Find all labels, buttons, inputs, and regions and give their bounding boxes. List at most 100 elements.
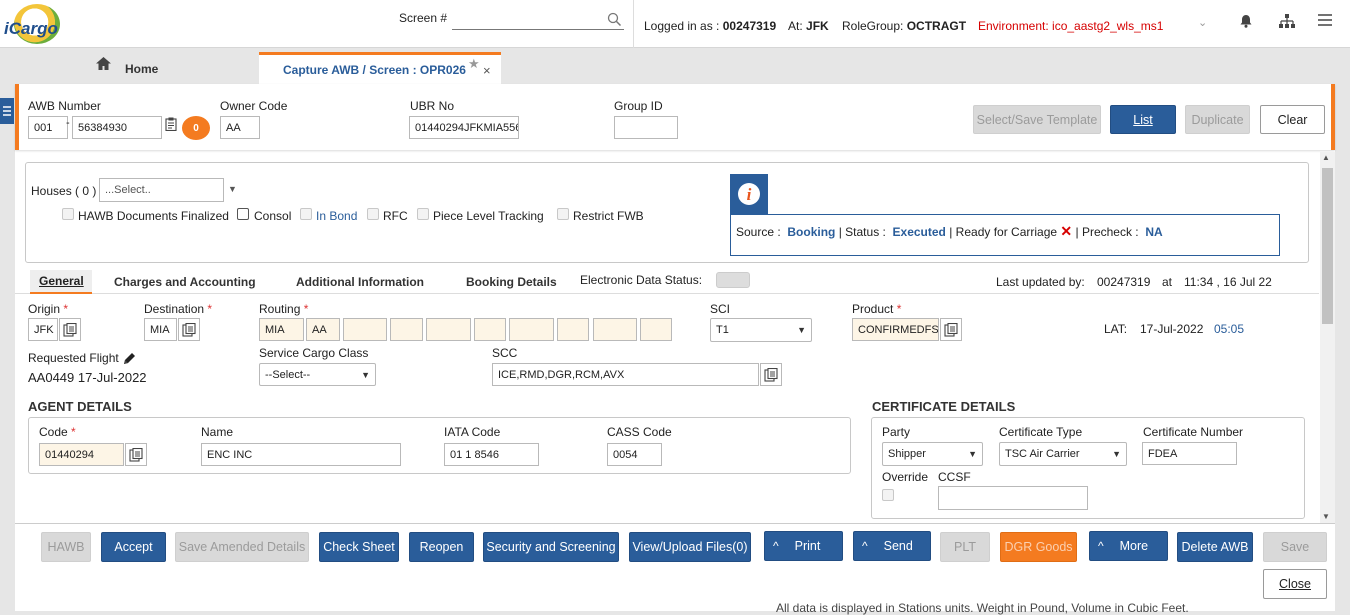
- sci-select[interactable]: T1 ▼: [710, 318, 812, 342]
- chevron-down-icon: ▼: [1112, 449, 1121, 459]
- consol-checkbox[interactable]: [237, 208, 249, 220]
- cass-code-input[interactable]: 0054: [607, 443, 662, 466]
- side-menu-toggle[interactable]: [0, 98, 14, 124]
- awb-prefix-input[interactable]: 001: [28, 116, 68, 139]
- product-input[interactable]: CONFIRMEDFS: [852, 318, 939, 341]
- hawb-button[interactable]: HAWB: [41, 532, 91, 562]
- select-save-template-button[interactable]: Select/Save Template: [973, 105, 1101, 134]
- party-select[interactable]: Shipper ▼: [882, 442, 983, 466]
- ccsf-input[interactable]: [938, 486, 1088, 510]
- scc-label: SCC: [492, 346, 518, 360]
- routing-airport-2[interactable]: [343, 318, 387, 341]
- star-icon[interactable]: ★: [468, 56, 480, 72]
- in-bond-checkbox[interactable]: [300, 208, 312, 220]
- in-bond-label[interactable]: In Bond: [316, 209, 357, 223]
- routing-carrier-3[interactable]: [474, 318, 506, 341]
- logged-in-label: Logged in as :: [644, 19, 720, 33]
- routing-airport-1[interactable]: MIA: [259, 318, 304, 341]
- agent-code-input[interactable]: 01440294: [39, 443, 124, 466]
- print-button[interactable]: ^ Print: [764, 531, 843, 561]
- ubr-input[interactable]: 01440294JFKMIA556: [409, 116, 519, 139]
- certificate-number-input[interactable]: FDEA: [1142, 442, 1237, 465]
- sitemap-icon[interactable]: [1278, 13, 1296, 29]
- duplicate-button[interactable]: Duplicate: [1185, 105, 1250, 134]
- hamburger-menu-icon[interactable]: [1318, 14, 1332, 26]
- product-lookup-button[interactable]: [940, 318, 962, 341]
- reopen-button[interactable]: Reopen: [409, 532, 474, 562]
- tab-home[interactable]: Home: [125, 62, 158, 76]
- scroll-up-icon[interactable]: ▲: [1322, 153, 1330, 162]
- info-icon: i: [738, 183, 760, 205]
- service-cargo-class-select[interactable]: --Select-- ▼: [259, 363, 376, 386]
- close-button[interactable]: Close: [1263, 569, 1327, 599]
- delete-awb-button[interactable]: Delete AWB: [1177, 532, 1253, 562]
- origin-lookup-button[interactable]: [59, 318, 81, 341]
- ubr-label: UBR No: [410, 99, 455, 113]
- send-button[interactable]: ^ Send: [853, 531, 931, 561]
- tab-capture-awb[interactable]: Capture AWB / Screen : OPR026 ★ ×: [259, 52, 501, 86]
- override-checkbox[interactable]: [882, 489, 894, 501]
- home-icon[interactable]: [95, 56, 112, 71]
- certificate-type-select[interactable]: TSC Air Carrier ▼: [999, 442, 1127, 466]
- save-button[interactable]: Save: [1263, 532, 1327, 562]
- scc-input[interactable]: ICE,RMD,DGR,RCM,AVX: [492, 363, 759, 386]
- chevron-down-icon[interactable]: ⌄: [1198, 16, 1207, 29]
- routing-airport-4[interactable]: [509, 318, 554, 341]
- hawb-finalized-checkbox[interactable]: [62, 208, 74, 220]
- pencil-icon[interactable]: [122, 351, 137, 366]
- dgr-goods-button[interactable]: DGR Goods: [1000, 532, 1077, 562]
- piece-level-tracking-checkbox[interactable]: [417, 208, 429, 220]
- routing-airport-5[interactable]: [593, 318, 637, 341]
- scrollbar-thumb[interactable]: [1322, 168, 1333, 324]
- chevron-up-icon: ^: [773, 539, 779, 553]
- tab-general-label[interactable]: General: [39, 274, 84, 288]
- tab-additional-info[interactable]: Additional Information: [296, 275, 424, 289]
- awb-number-input[interactable]: 56384930: [72, 116, 162, 139]
- destination-input[interactable]: MIA: [144, 318, 177, 341]
- group-id-input[interactable]: [614, 116, 678, 139]
- routing-carrier-5[interactable]: [640, 318, 672, 341]
- accept-button[interactable]: Accept: [101, 532, 166, 562]
- agent-name-input[interactable]: ENC INC: [201, 443, 401, 466]
- lat-date: 17-Jul-2022: [1140, 322, 1204, 336]
- bell-icon[interactable]: [1238, 13, 1254, 29]
- agent-code-label: Code *: [39, 425, 76, 439]
- agent-code-lookup-button[interactable]: [125, 443, 147, 466]
- vertical-scrollbar[interactable]: ▲ ▼: [1320, 152, 1335, 524]
- scroll-down-icon[interactable]: ▼: [1322, 512, 1330, 521]
- tab-charges[interactable]: Charges and Accounting: [114, 275, 256, 289]
- security-screening-button[interactable]: Security and Screening: [483, 532, 619, 562]
- group-id-label: Group ID: [614, 99, 663, 113]
- plt-button[interactable]: PLT: [940, 532, 990, 562]
- scc-lookup-button[interactable]: [760, 363, 782, 386]
- routing-carrier-1[interactable]: AA: [306, 318, 340, 341]
- last-updated-time: 11:34 , 16 Jul 22: [1184, 275, 1272, 289]
- clear-button[interactable]: Clear: [1260, 105, 1325, 134]
- chevron-down-icon[interactable]: ▼: [228, 184, 237, 194]
- close-tab-icon[interactable]: ×: [483, 63, 491, 78]
- routing-carrier-4[interactable]: [557, 318, 589, 341]
- houses-select[interactable]: ...Select..: [99, 178, 224, 202]
- destination-lookup-button[interactable]: [178, 318, 200, 341]
- last-updated-at: at: [1162, 275, 1173, 289]
- divider: [633, 0, 634, 48]
- search-icon[interactable]: [607, 12, 622, 27]
- check-sheet-button[interactable]: Check Sheet: [319, 532, 399, 562]
- sci-value: T1: [716, 324, 729, 336]
- owner-code-input[interactable]: AA: [220, 116, 260, 139]
- screen-search-input[interactable]: [452, 8, 624, 30]
- iata-code-input[interactable]: 01 1 8546: [444, 443, 539, 466]
- routing-carrier-2[interactable]: [390, 318, 423, 341]
- rfc-checkbox[interactable]: [367, 208, 379, 220]
- more-button[interactable]: ^ More: [1089, 531, 1168, 561]
- view-upload-files-button[interactable]: View/Upload Files(0): [629, 532, 751, 562]
- restrict-fwb-checkbox[interactable]: [557, 208, 569, 220]
- tab-booking-details[interactable]: Booking Details: [466, 275, 557, 289]
- awb-count-badge[interactable]: 0: [182, 116, 210, 140]
- save-amended-details-button[interactable]: Save Amended Details: [175, 532, 309, 562]
- clipboard-icon[interactable]: [165, 117, 177, 131]
- origin-input[interactable]: JFK: [28, 318, 58, 341]
- units-note: All data is displayed in Stations units.…: [776, 601, 1189, 615]
- list-button[interactable]: List: [1110, 105, 1176, 134]
- routing-airport-3[interactable]: [426, 318, 471, 341]
